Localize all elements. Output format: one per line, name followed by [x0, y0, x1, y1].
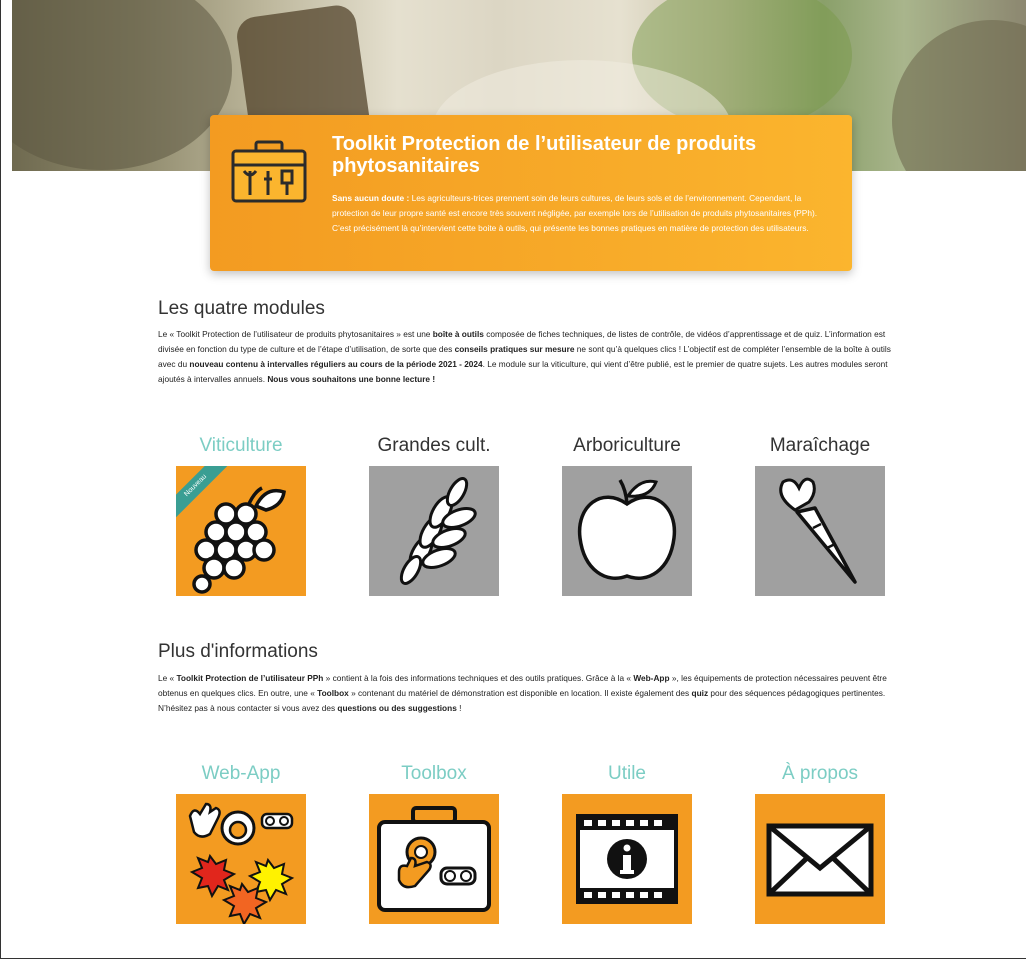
info-label-utile[interactable]: Utile [547, 763, 707, 785]
protective-gear-icon [188, 802, 295, 924]
banner-title: Toolkit Protection de l’utilisateur de p… [332, 133, 757, 177]
info-tile-toolbox[interactable] [369, 794, 499, 924]
module-tile-grandes-cultures[interactable] [369, 466, 499, 596]
module-tile-viticulture[interactable]: Nouveau [176, 466, 306, 596]
info-text: Le « Toolkit Protection de l’utilisateur… [158, 673, 887, 713]
module-label-maraichage[interactable]: Maraîchage [740, 435, 900, 457]
apple-icon [577, 479, 677, 580]
carrot-icon [779, 477, 857, 584]
wheat-icon [399, 477, 477, 585]
info-label-toolbox[interactable]: Toolbox [354, 763, 514, 785]
info-label-a-propos[interactable]: À propos [740, 763, 900, 785]
module-tile-arboriculture[interactable] [562, 466, 692, 596]
banner-text: Sans aucun doute : Les agriculteurs-tric… [332, 193, 818, 233]
envelope-icon [766, 823, 874, 897]
info-heading: Plus d'informations [158, 641, 318, 662]
module-tile-maraichage[interactable] [755, 466, 885, 596]
intro-banner: Toolkit Protection de l’utilisateur de p… [210, 115, 852, 271]
info-tile-a-propos[interactable] [755, 794, 885, 924]
modules-heading: Les quatre modules [158, 298, 325, 319]
module-label-arboriculture[interactable]: Arboriculture [547, 435, 707, 457]
modules-text: Le « Toolkit Protection de l’utilisateur… [158, 329, 891, 384]
toolbox-icon [377, 806, 491, 912]
info-tile-utile[interactable] [562, 794, 692, 924]
module-label-viticulture[interactable]: Viticulture [161, 435, 321, 457]
module-label-grandes-cultures[interactable]: Grandes cult. [354, 435, 514, 457]
toolbox-logo-icon [231, 140, 307, 203]
info-label-web-app[interactable]: Web-App [161, 763, 321, 785]
info-tile-web-app[interactable] [176, 794, 306, 924]
info-film-icon [576, 814, 678, 904]
